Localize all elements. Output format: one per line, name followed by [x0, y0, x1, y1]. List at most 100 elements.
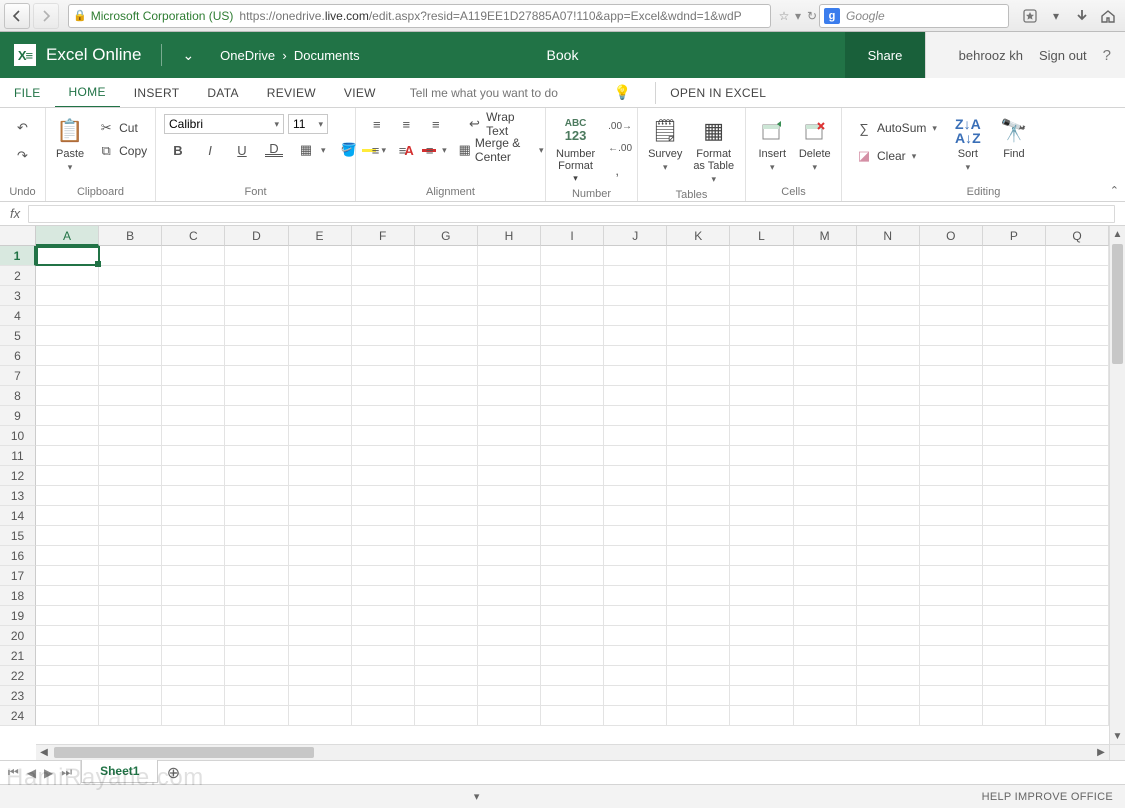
- formula-input[interactable]: [28, 205, 1115, 223]
- cell-B9[interactable]: [99, 406, 162, 426]
- help-icon[interactable]: ?: [1103, 47, 1111, 64]
- cell-F21[interactable]: [352, 646, 415, 666]
- cell-Q8[interactable]: [1046, 386, 1109, 406]
- cell-E16[interactable]: [289, 546, 352, 566]
- open-in-excel-button[interactable]: OPEN IN EXCEL: [655, 82, 780, 104]
- cell-N15[interactable]: [857, 526, 920, 546]
- help-improve-link[interactable]: HELP IMPROVE OFFICE: [982, 791, 1113, 803]
- double-underline-button[interactable]: D: [260, 140, 288, 160]
- cell-M13[interactable]: [794, 486, 857, 506]
- cell-F1[interactable]: [352, 246, 415, 266]
- cell-J21[interactable]: [604, 646, 667, 666]
- column-header-G[interactable]: G: [415, 226, 478, 246]
- cell-P10[interactable]: [983, 426, 1046, 446]
- cell-B14[interactable]: [99, 506, 162, 526]
- cell-I8[interactable]: [541, 386, 604, 406]
- cell-Q7[interactable]: [1046, 366, 1109, 386]
- row-header-5[interactable]: 5: [0, 326, 36, 346]
- cell-O24[interactable]: [920, 706, 983, 726]
- column-header-O[interactable]: O: [920, 226, 983, 246]
- cell-E17[interactable]: [289, 566, 352, 586]
- cell-H15[interactable]: [478, 526, 541, 546]
- cell-J17[interactable]: [604, 566, 667, 586]
- align-center-button[interactable]: ≡: [391, 140, 414, 160]
- cell-O14[interactable]: [920, 506, 983, 526]
- cell-B18[interactable]: [99, 586, 162, 606]
- cell-O20[interactable]: [920, 626, 983, 646]
- cell-N5[interactable]: [857, 326, 920, 346]
- cell-I11[interactable]: [541, 446, 604, 466]
- cell-I24[interactable]: [541, 706, 604, 726]
- cell-G18[interactable]: [415, 586, 478, 606]
- cell-K14[interactable]: [667, 506, 730, 526]
- row-header-19[interactable]: 19: [0, 606, 36, 626]
- cell-B20[interactable]: [99, 626, 162, 646]
- downloads-icon[interactable]: [1071, 5, 1093, 27]
- cell-J12[interactable]: [604, 466, 667, 486]
- cell-E21[interactable]: [289, 646, 352, 666]
- cell-F19[interactable]: [352, 606, 415, 626]
- sheet-tab-1[interactable]: Sheet1: [81, 760, 158, 783]
- row-header-13[interactable]: 13: [0, 486, 36, 506]
- scroll-left-button[interactable]: ◀: [36, 745, 52, 760]
- cell-E22[interactable]: [289, 666, 352, 686]
- row-header-24[interactable]: 24: [0, 706, 36, 726]
- row-header-21[interactable]: 21: [0, 646, 36, 666]
- cell-D18[interactable]: [225, 586, 288, 606]
- cell-F13[interactable]: [352, 486, 415, 506]
- cell-A24[interactable]: [36, 706, 99, 726]
- decrease-decimal-button[interactable]: ←.00: [603, 138, 631, 158]
- cell-L8[interactable]: [730, 386, 793, 406]
- delete-cells-button[interactable]: Delete▾: [797, 114, 834, 175]
- share-button[interactable]: Share: [845, 32, 925, 78]
- cell-D11[interactable]: [225, 446, 288, 466]
- cell-L12[interactable]: [730, 466, 793, 486]
- cell-H8[interactable]: [478, 386, 541, 406]
- cell-J15[interactable]: [604, 526, 667, 546]
- cell-A1[interactable]: [36, 246, 99, 266]
- cell-J20[interactable]: [604, 626, 667, 646]
- cell-E2[interactable]: [289, 266, 352, 286]
- cell-A4[interactable]: [36, 306, 99, 326]
- bookmark-button[interactable]: [1019, 5, 1041, 27]
- sign-out-link[interactable]: Sign out: [1039, 48, 1087, 63]
- column-header-E[interactable]: E: [289, 226, 352, 246]
- cell-M11[interactable]: [794, 446, 857, 466]
- cell-C1[interactable]: [162, 246, 225, 266]
- row-header-7[interactable]: 7: [0, 366, 36, 386]
- cell-Q13[interactable]: [1046, 486, 1109, 506]
- scroll-down-button[interactable]: ▼: [1110, 728, 1125, 744]
- cell-K2[interactable]: [667, 266, 730, 286]
- cell-B12[interactable]: [99, 466, 162, 486]
- cell-P23[interactable]: [983, 686, 1046, 706]
- cell-F10[interactable]: [352, 426, 415, 446]
- cut-button[interactable]: ✂Cut: [92, 118, 152, 138]
- cell-M7[interactable]: [794, 366, 857, 386]
- cell-M12[interactable]: [794, 466, 857, 486]
- cell-L17[interactable]: [730, 566, 793, 586]
- cell-M22[interactable]: [794, 666, 857, 686]
- row-header-17[interactable]: 17: [0, 566, 36, 586]
- cell-E5[interactable]: [289, 326, 352, 346]
- cell-I10[interactable]: [541, 426, 604, 446]
- cell-P14[interactable]: [983, 506, 1046, 526]
- cell-C2[interactable]: [162, 266, 225, 286]
- cell-Q16[interactable]: [1046, 546, 1109, 566]
- cell-M21[interactable]: [794, 646, 857, 666]
- cell-G7[interactable]: [415, 366, 478, 386]
- cell-M10[interactable]: [794, 426, 857, 446]
- cell-L2[interactable]: [730, 266, 793, 286]
- cell-F16[interactable]: [352, 546, 415, 566]
- cell-O16[interactable]: [920, 546, 983, 566]
- cell-I13[interactable]: [541, 486, 604, 506]
- cell-E10[interactable]: [289, 426, 352, 446]
- cell-H10[interactable]: [478, 426, 541, 446]
- cell-J7[interactable]: [604, 366, 667, 386]
- cell-I15[interactable]: [541, 526, 604, 546]
- cell-K13[interactable]: [667, 486, 730, 506]
- cell-M16[interactable]: [794, 546, 857, 566]
- cell-O2[interactable]: [920, 266, 983, 286]
- row-header-11[interactable]: 11: [0, 446, 36, 466]
- cell-L23[interactable]: [730, 686, 793, 706]
- font-size-select[interactable]: 11▾: [288, 114, 328, 134]
